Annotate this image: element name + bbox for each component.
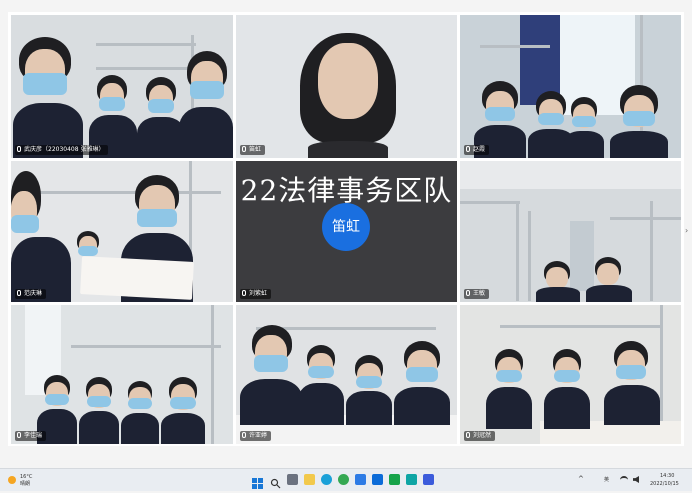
participant-person	[13, 37, 83, 158]
microphone-icon	[466, 432, 470, 438]
participant-person	[586, 257, 632, 302]
participant-person	[11, 171, 71, 302]
bunk-bed-rail	[460, 201, 520, 204]
weather-temp: 16°C	[20, 474, 33, 480]
participant-name-tag: 许亚婷	[240, 431, 272, 441]
participant-person	[137, 77, 185, 158]
bunk-bed-rail	[500, 325, 660, 328]
weather-desc: 晴朗	[20, 481, 31, 487]
video-tile-7[interactable]: 李佳瑞	[11, 305, 233, 444]
clock-time[interactable]: 14:30	[660, 473, 674, 479]
participant-person	[536, 261, 580, 302]
app-icon-green[interactable]	[389, 474, 400, 485]
volume-icon[interactable]	[633, 476, 639, 483]
video-tile-5[interactable]: 22法律事务区队 笛虹 刘紫虹	[236, 161, 457, 302]
file-explorer-icon[interactable]	[304, 474, 315, 485]
participant-name-tag: 武庆彦（22030408 张雅琳）	[15, 145, 109, 155]
avatar: 笛虹	[322, 203, 370, 251]
participant-name-tag: 刘冠然	[464, 431, 496, 441]
bunk-bed-rail	[480, 45, 550, 48]
meeting-app-icon[interactable]	[372, 474, 383, 485]
participant-person	[604, 341, 660, 425]
video-grid: 武庆彦（22030408 张雅琳） 笛虹 赵霞 范庆琳 22法律事务区队 笛虹 …	[8, 12, 684, 446]
participant-name-tag: 王敏	[464, 289, 490, 299]
app-icon-blue[interactable]	[423, 474, 434, 485]
participant-person	[544, 349, 590, 429]
video-tile-6[interactable]: 王敏	[460, 161, 681, 302]
edge-browser-icon[interactable]	[321, 474, 332, 485]
microphone-icon	[242, 290, 246, 296]
chrome-browser-icon[interactable]	[338, 474, 349, 485]
video-tile-9[interactable]: 刘冠然	[460, 305, 681, 444]
participant-person	[179, 51, 233, 158]
video-tile-1[interactable]: 武庆彦（22030408 张雅琳）	[11, 15, 233, 158]
input-method-indicator[interactable]: 英	[604, 477, 609, 483]
microphone-icon	[242, 432, 246, 438]
bunk-bed-rail	[610, 217, 681, 220]
video-tile-2[interactable]: 笛虹	[236, 15, 457, 158]
next-page-arrow[interactable]: ›	[685, 226, 691, 236]
video-tile-3[interactable]: 赵霞	[460, 15, 681, 158]
microphone-icon	[17, 432, 21, 438]
microphone-icon	[17, 290, 21, 296]
bunk-bed-post	[211, 305, 214, 444]
video-tile-8[interactable]: 许亚婷	[236, 305, 457, 444]
participant-person	[564, 97, 604, 158]
wifi-icon[interactable]	[620, 476, 628, 484]
bunk-bed-rail	[96, 43, 196, 46]
participant-name-tag: 笛虹	[240, 145, 266, 155]
participant-person	[486, 349, 532, 429]
participant-person	[394, 341, 450, 425]
participant-person	[161, 377, 205, 444]
participant-person	[298, 33, 398, 158]
bunk-bed-post	[528, 211, 531, 301]
bunk-bed-post	[516, 201, 519, 301]
video-tile-4[interactable]: 范庆琳	[11, 161, 233, 302]
app-icon-teal[interactable]	[406, 474, 417, 485]
clock-date[interactable]: 2022/10/15	[650, 481, 679, 487]
weather-icon	[8, 476, 16, 484]
microphone-icon	[466, 146, 470, 152]
participant-person	[121, 381, 159, 444]
participant-person	[346, 355, 392, 425]
paper-sheet	[80, 256, 194, 300]
store-icon[interactable]	[355, 474, 366, 485]
participant-name-tag: 赵霞	[464, 145, 490, 155]
participant-person	[298, 345, 344, 425]
bunk-bed-post	[650, 201, 653, 301]
participant-name-tag: 范庆琳	[15, 289, 47, 299]
participant-name-tag: 刘紫虹	[240, 289, 272, 299]
ceiling	[460, 161, 681, 189]
participant-person	[79, 377, 119, 444]
participant-person	[240, 325, 302, 425]
participant-name-tag: 李佳瑞	[15, 431, 47, 441]
tray-chevron-icon[interactable]: ^	[578, 475, 584, 483]
task-view-icon[interactable]	[287, 474, 298, 485]
microphone-icon	[17, 146, 21, 152]
search-icon[interactable]	[270, 474, 281, 489]
taskbar: 16°C 晴朗 ^ 英 14:30 2022/10/15	[0, 468, 692, 491]
microphone-icon	[466, 290, 470, 296]
participant-person	[610, 85, 668, 158]
microphone-icon	[242, 146, 246, 152]
windows-start-icon[interactable]	[252, 474, 263, 489]
bunk-bed-rail	[71, 345, 221, 348]
